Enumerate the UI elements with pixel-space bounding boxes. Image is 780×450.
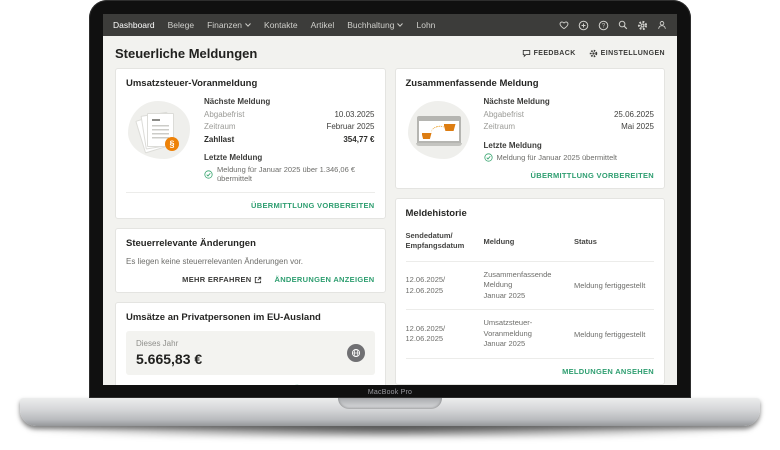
row-status: Meldung fertiggestellt — [574, 281, 654, 290]
view-reports-button[interactable]: MELDUNGEN ANSEHEN — [562, 367, 654, 376]
show-changes-button[interactable]: ÄNDERUNGEN ANZEIGEN — [274, 275, 374, 284]
feedback-button[interactable]: FEEDBACK — [522, 49, 576, 58]
col-meldung: Meldung — [484, 237, 569, 246]
amount-period-label: Dieses Jahr — [136, 339, 202, 348]
next-report-heading: Nächste Meldung — [484, 97, 655, 106]
laptop-screen-bezel: Dashboard Belege Finanzen Kontakte Artik… — [89, 0, 691, 398]
ec-sales-card: Zusammenfassende Meldung — [395, 68, 666, 189]
app-window: Dashboard Belege Finanzen Kontakte Artik… — [103, 14, 677, 385]
ec-sales-card-title: Zusammenfassende Meldung — [406, 78, 655, 89]
top-nav: Dashboard Belege Finanzen Kontakte Artik… — [103, 14, 677, 36]
laptop-baskets-illustration — [406, 97, 472, 162]
macbook-label: MacBook Pro — [89, 389, 691, 396]
content-area: Umsatzsteuer-Voranmeldung § — [103, 68, 677, 385]
right-column: Zusammenfassende Meldung — [395, 68, 666, 385]
eu-sales-card-title: Umsätze an Privatpersonen im EU-Ausland — [126, 312, 375, 323]
period-value: Februar 2025 — [326, 121, 374, 133]
vat-card-title: Umsatzsteuer-Voranmeldung — [126, 78, 375, 89]
chevron-down-icon — [397, 23, 403, 27]
plus-circle-icon[interactable] — [578, 20, 589, 31]
deadline-label: Abgabefrist — [204, 109, 244, 121]
amount-box: Dieses Jahr 5.665,83 € — [126, 331, 375, 375]
nav-item-buchhaltung[interactable]: Buchhaltung — [347, 20, 403, 30]
heart-icon[interactable] — [559, 20, 569, 30]
nav-item-label: Finanzen — [207, 20, 242, 30]
header-actions: FEEDBACK EINSTELLUNGEN — [522, 49, 665, 58]
gear-icon[interactable] — [637, 20, 648, 31]
prepare-submission-button[interactable]: ÜBERMITTLUNG VORBEREITEN — [531, 171, 654, 180]
laptop-base — [20, 398, 760, 426]
help-icon[interactable]: ? — [598, 20, 609, 31]
check-circle-icon — [204, 170, 213, 179]
payable-value: 354,77 € — [343, 134, 374, 146]
export-sales-button[interactable]: UMSÄTZE EXPORTIEREN — [277, 384, 375, 385]
period-label: Zeitraum — [484, 121, 516, 133]
col-status: Status — [574, 237, 654, 246]
nav-item-dashboard[interactable]: Dashboard — [113, 20, 155, 30]
check-circle-icon — [484, 153, 493, 162]
documents-illustration: § — [126, 97, 192, 183]
col-empfangsdatum: Empfangsdatum — [406, 241, 478, 252]
nav-item-artikel[interactable]: Artikel — [311, 20, 335, 30]
paragraph-badge-icon: § — [165, 137, 179, 151]
nav-item-lohn[interactable]: Lohn — [416, 20, 435, 30]
changes-card: Steuerrelevante Änderungen Es liegen kei… — [115, 228, 386, 293]
row-date: 12.06.2025/ — [406, 324, 478, 335]
table-row: 12.06.2025/12.06.2025 Zusammenfassende M… — [406, 261, 655, 310]
last-report-status: Meldung für Januar 2025 übermittelt — [497, 153, 618, 162]
settings-label: EINSTELLUNGEN — [601, 50, 665, 57]
deadline-value: 25.06.2025 — [614, 109, 654, 121]
globe-button[interactable] — [347, 344, 365, 362]
row-name: Umsatzsteuer-Voranmeldung — [484, 318, 569, 339]
period-label: Zeitraum — [204, 121, 236, 133]
nav-item-finanzen[interactable]: Finanzen — [207, 20, 251, 30]
svg-text:?: ? — [602, 22, 606, 29]
search-icon[interactable] — [618, 20, 628, 30]
last-report-heading: Letzte Meldung — [484, 141, 655, 150]
period-value: Mai 2025 — [621, 121, 654, 133]
learn-more-label: MEHR ERFAHREN — [182, 275, 251, 284]
row-status: Meldung fertiggestellt — [574, 330, 654, 339]
nav-item-kontakte[interactable]: Kontakte — [264, 20, 298, 30]
row-date: 12.06.2025/ — [406, 275, 478, 286]
settings-button[interactable]: EINSTELLUNGEN — [589, 49, 665, 58]
external-link-icon — [254, 276, 262, 284]
changes-empty-text: Es liegen keine steuerrelevanten Änderun… — [126, 257, 375, 266]
table-header-row: Sendedatum/Empfangsdatum Meldung Status — [406, 227, 655, 261]
page: Dashboard Belege Finanzen Kontakte Artik… — [0, 0, 780, 450]
history-card: Meldehistorie Sendedatum/Empfangsdatum M… — [395, 198, 666, 385]
history-card-title: Meldehistorie — [406, 208, 655, 219]
changes-card-title: Steuerrelevante Änderungen — [126, 238, 375, 249]
deadline-label: Abgabefrist — [484, 109, 524, 121]
page-title: Steuerliche Meldungen — [115, 46, 257, 61]
last-report-status: Meldung für Januar 2025 über 1.346,06 € … — [217, 165, 375, 183]
chevron-down-icon — [245, 23, 251, 27]
payable-label: Zahllast — [204, 134, 234, 146]
feedback-label: FEEDBACK — [534, 50, 576, 57]
col-sendedatum: Sendedatum/ — [406, 231, 478, 242]
laptop-notch — [338, 398, 442, 409]
nav-item-label: Buchhaltung — [347, 20, 394, 30]
nav-item-belege[interactable]: Belege — [168, 20, 194, 30]
globe-icon — [351, 348, 361, 358]
nav-icon-group: ? — [559, 20, 667, 31]
table-row: 12.06.2025/12.06.2025 Umsatzsteuer-Voran… — [406, 309, 655, 358]
amount-value: 5.665,83 € — [136, 351, 202, 367]
deadline-value: 10.03.2025 — [334, 109, 374, 121]
learn-more-label: MEHR ERFAHREN — [184, 384, 253, 385]
user-icon[interactable] — [657, 20, 667, 30]
learn-more-link[interactable]: MEHR ERFAHREN — [184, 384, 264, 385]
next-report-heading: Nächste Meldung — [204, 97, 375, 106]
vat-card: Umsatzsteuer-Voranmeldung § — [115, 68, 386, 219]
page-header: Steuerliche Meldungen FEEDBACK EINSTELLU… — [103, 36, 677, 68]
last-report-heading: Letzte Meldung — [204, 153, 375, 162]
eu-sales-card: Umsätze an Privatpersonen im EU-Ausland … — [115, 302, 386, 385]
left-column: Umsatzsteuer-Voranmeldung § — [115, 68, 386, 385]
learn-more-link[interactable]: MEHR ERFAHREN — [182, 275, 262, 284]
gear-icon — [589, 49, 598, 58]
prepare-submission-button[interactable]: ÜBERMITTLUNG VORBEREITEN — [251, 201, 374, 210]
speech-bubble-icon — [522, 49, 531, 58]
row-name: Zusammenfassende Meldung — [484, 270, 569, 291]
